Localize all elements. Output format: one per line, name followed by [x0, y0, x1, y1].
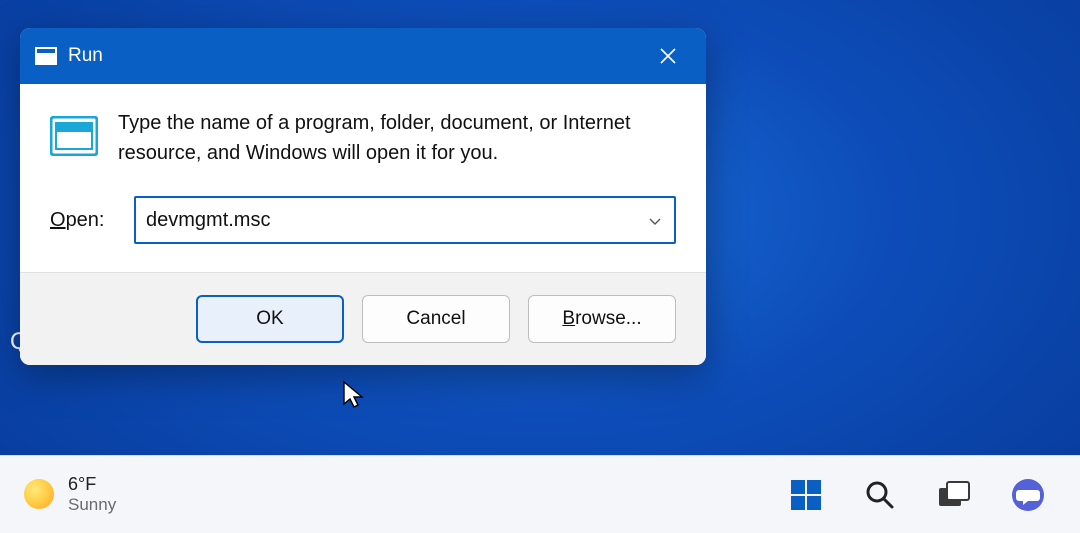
chevron-down-icon[interactable] — [642, 210, 664, 230]
start-button[interactable] — [784, 473, 828, 517]
browse-button[interactable]: Browse... — [528, 295, 676, 343]
dialog-title: Run — [68, 45, 644, 67]
taskbar-items — [784, 473, 1050, 517]
weather-condition: Sunny — [68, 495, 116, 515]
weather-sun-icon — [24, 479, 54, 509]
chat-button[interactable] — [1006, 473, 1050, 517]
dialog-body: Type the name of a program, folder, docu… — [20, 84, 706, 196]
task-view-button[interactable] — [932, 473, 976, 517]
browse-label: Browse... — [562, 308, 641, 330]
open-label: Open: — [50, 209, 120, 232]
weather-text: 6°F Sunny — [68, 474, 116, 514]
task-view-icon — [937, 480, 971, 510]
weather-widget[interactable]: 6°F Sunny — [24, 474, 116, 514]
taskbar: 6°F Sunny — [0, 455, 1080, 533]
run-dialog: Run Type the name of a program, folder, … — [20, 28, 706, 365]
search-button[interactable] — [858, 473, 902, 517]
run-program-icon — [50, 112, 98, 160]
weather-temperature: 6°F — [68, 474, 116, 495]
cancel-button[interactable]: Cancel — [362, 295, 510, 343]
close-button[interactable] — [644, 36, 692, 76]
close-icon — [659, 47, 677, 65]
ok-button[interactable]: OK — [196, 295, 344, 343]
windows-logo-icon — [789, 478, 823, 512]
run-icon — [34, 44, 58, 68]
dialog-description: Type the name of a program, folder, docu… — [118, 108, 676, 168]
desktop-background: Q Run — [0, 0, 1080, 533]
search-icon — [864, 479, 896, 511]
dialog-footer: OK Cancel Browse... — [20, 272, 706, 365]
titlebar[interactable]: Run — [20, 28, 706, 84]
open-combobox[interactable] — [134, 196, 676, 244]
cursor-icon — [342, 380, 366, 410]
open-row: Open: — [20, 196, 706, 272]
chat-icon — [1010, 477, 1046, 513]
open-input[interactable] — [146, 209, 642, 232]
